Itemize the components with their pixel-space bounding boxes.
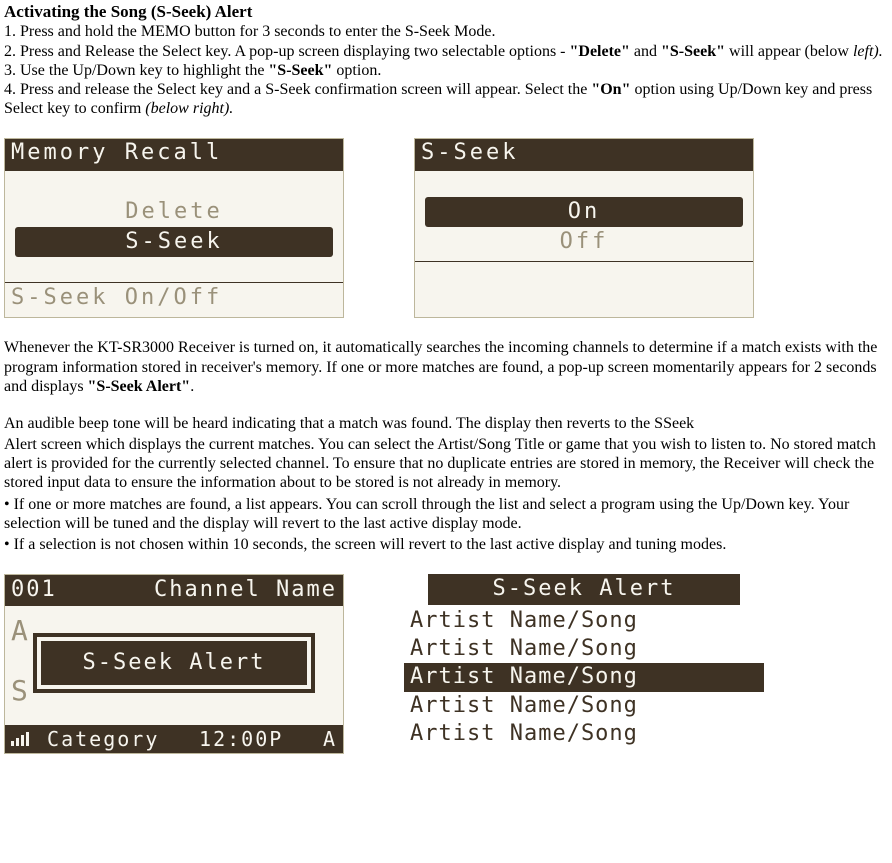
step-4-text-a: 4. Press and release the Select key and …: [4, 81, 591, 98]
lcd3-left-group: Category: [11, 727, 159, 751]
step-2: 2. Press and Release the Select key. A p…: [4, 42, 888, 61]
step-2-bold-delete: "Delete": [570, 43, 630, 60]
paragraph-2: An audible beep tone will be heard indic…: [4, 414, 888, 433]
lcd4-row-5: Artist Name/Song: [404, 720, 764, 748]
lcd3-category: Category: [47, 727, 159, 751]
lcd3-bottombar: Category 12:00P A: [5, 725, 343, 753]
lcd3-channel-number: 001: [11, 577, 57, 603]
step-3: 3. Use the Up/Down key to highlight the …: [4, 61, 888, 80]
signal-icon: [11, 732, 29, 746]
step-2-text-a: 2. Press and Release the Select key. A p…: [4, 43, 570, 60]
step-4-italic: (below right).: [145, 100, 233, 117]
lcd-alert-list: S-Seek Alert Artist Name/Song Artist Nam…: [404, 574, 764, 754]
lcd3-topbar: 001 Channel Name: [5, 575, 343, 605]
screens-row-2: 001 Channel Name A S S-Seek Alert Catego…: [4, 574, 888, 754]
lcd4-row-2: Artist Name/Song: [404, 635, 764, 663]
lcd1-footer: S-Seek On/Off: [5, 282, 343, 317]
lcd3-time: 12:00P: [199, 727, 283, 751]
lcd-sseek-onoff: S-Seek On Off: [414, 138, 754, 318]
lcd4-row-1: Artist Name/Song: [404, 607, 764, 635]
lcd3-ghost-a: A: [11, 615, 32, 647]
section-title: Activating the Song (S-Seek) Alert: [4, 2, 888, 22]
paragraph-block-2: An audible beep tone will be heard indic…: [4, 414, 888, 554]
step-4-bold: "On": [591, 81, 630, 98]
step-2-and: and: [630, 43, 661, 60]
lcd-memory-recall: Memory Recall Delete S-Seek S-Seek On/Of…: [4, 138, 344, 318]
lcd4-row-4: Artist Name/Song: [404, 692, 764, 720]
paragraph-3: Alert screen which displays the current …: [4, 435, 888, 493]
lcd-channel-popup: 001 Channel Name A S S-Seek Alert Catego…: [4, 574, 344, 754]
step-2-text-b: will appear (below: [725, 43, 853, 60]
para1-bold: "S-Seek Alert": [88, 378, 191, 395]
step-3-text-b: option.: [332, 62, 381, 79]
step-3-bold: "S-Seek": [268, 62, 332, 79]
step-1: 1. Press and hold the MEMO button for 3 …: [4, 22, 888, 41]
bullet-1: • If one or more matches are found, a li…: [4, 495, 888, 533]
lcd2-header: S-Seek: [415, 139, 753, 171]
lcd3-popup-inner: S-Seek Alert: [40, 640, 308, 686]
lcd1-header: Memory Recall: [5, 139, 343, 171]
para1-text-c: .: [190, 378, 194, 395]
lcd3-popup: S-Seek Alert: [35, 635, 313, 691]
lcd2-option-on-selected: On: [425, 197, 743, 227]
lcd3-popup-text: S-Seek Alert: [83, 650, 266, 676]
step-2-bold-sseek: "S-Seek": [661, 43, 725, 60]
lcd4-row-3-selected: Artist Name/Song: [404, 663, 764, 691]
lcd3-antenna: A: [323, 727, 337, 751]
lcd1-option-delete: Delete: [5, 197, 343, 227]
lcd3-ghost-s: S: [11, 675, 32, 707]
bullet-2: • If a selection is not chosen within 10…: [4, 535, 888, 554]
lcd4-title: S-Seek Alert: [428, 574, 740, 604]
paragraph-1: Whenever the KT-SR3000 Receiver is turne…: [4, 338, 888, 396]
lcd2-option-off: Off: [415, 227, 753, 257]
step-2-italic: left).: [853, 43, 883, 60]
step-3-text-a: 3. Use the Up/Down key to highlight the: [4, 62, 268, 79]
step-4: 4. Press and release the Select key and …: [4, 80, 888, 118]
lcd1-option-sseek-selected: S-Seek: [15, 227, 333, 257]
lcd3-channel-name: Channel Name: [154, 577, 337, 603]
screens-row-1: Memory Recall Delete S-Seek S-Seek On/Of…: [4, 138, 888, 318]
